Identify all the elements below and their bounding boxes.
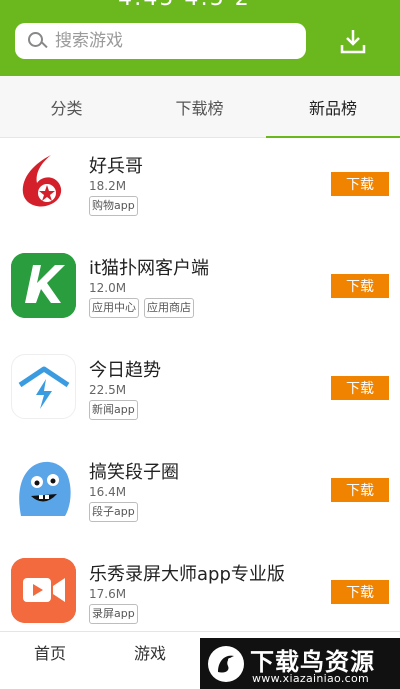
app-tags: 录屏app (89, 604, 138, 624)
search-input[interactable] (55, 31, 275, 51)
app-name: 搞笑段子圈 (89, 462, 179, 483)
app-tags: 购物app (89, 196, 138, 216)
app-tag: 录屏app (89, 604, 138, 624)
download-button[interactable]: 下载 (331, 376, 389, 400)
watermark-url: www.xiazainiao.com (252, 672, 370, 685)
app-size: 12.0M (89, 281, 127, 295)
top-header: 4:45 4:5 2 (0, 0, 400, 76)
app-name: it猫扑网客户端 (89, 258, 210, 279)
list-item[interactable]: 好兵哥 18.2M 购物app 下载 (0, 138, 400, 240)
search-box[interactable] (15, 23, 306, 59)
list-item[interactable]: 搞笑段子圈 16.4M 段子app 下载 (0, 444, 400, 546)
search-icon (27, 31, 48, 51)
tab-download-ranking[interactable]: 下载榜 (133, 76, 266, 138)
list-item[interactable]: it猫扑网客户端 12.0M 应用中心 应用商店 下载 (0, 240, 400, 342)
app-name: 好兵哥 (89, 156, 143, 177)
app-size: 16.4M (89, 485, 127, 499)
app-tag: 应用中心 (89, 298, 139, 318)
app-tag: 应用商店 (144, 298, 194, 318)
tab-category[interactable]: 分类 (0, 76, 133, 138)
app-name: 乐秀录屏大师app专业版 (89, 564, 285, 585)
category-tabs: 分类 下载榜 新品榜 (0, 76, 400, 138)
screen-recorder-app-icon (11, 558, 76, 623)
status-bar-clipped-text: 4:45 4:5 2 (118, 0, 251, 11)
app-tags: 新闻app (89, 400, 138, 420)
download-button[interactable]: 下载 (331, 580, 389, 604)
list-item[interactable]: 今日趋势 22.5M 新闻app 下载 (0, 342, 400, 444)
app-size: 17.6M (89, 587, 127, 601)
app-tag: 段子app (89, 502, 138, 522)
download-button[interactable]: 下载 (331, 274, 389, 298)
funny-monster-app-icon (11, 456, 76, 521)
download-button[interactable]: 下载 (331, 172, 389, 196)
tab-new-ranking[interactable]: 新品榜 (266, 76, 400, 138)
nav-games[interactable]: 游戏 (100, 632, 200, 672)
app-size: 18.2M (89, 179, 127, 193)
app-tags: 应用中心 应用商店 (89, 298, 194, 318)
download-tray-icon (340, 30, 366, 54)
app-name: 今日趋势 (89, 360, 161, 381)
site-watermark: 下载鸟资源 www.xiazainiao.com (200, 638, 400, 689)
trend-app-icon (11, 354, 76, 419)
nav-home[interactable]: 首页 (0, 632, 100, 672)
itmop-app-icon (11, 253, 76, 318)
haobingge-app-icon (11, 149, 76, 214)
app-tag: 新闻app (89, 400, 138, 420)
app-size: 22.5M (89, 383, 127, 397)
download-button[interactable]: 下载 (331, 478, 389, 502)
app-tags: 段子app (89, 502, 138, 522)
app-tag: 购物app (89, 196, 138, 216)
bird-logo-icon (208, 645, 244, 682)
download-manager-button[interactable] (338, 27, 368, 57)
